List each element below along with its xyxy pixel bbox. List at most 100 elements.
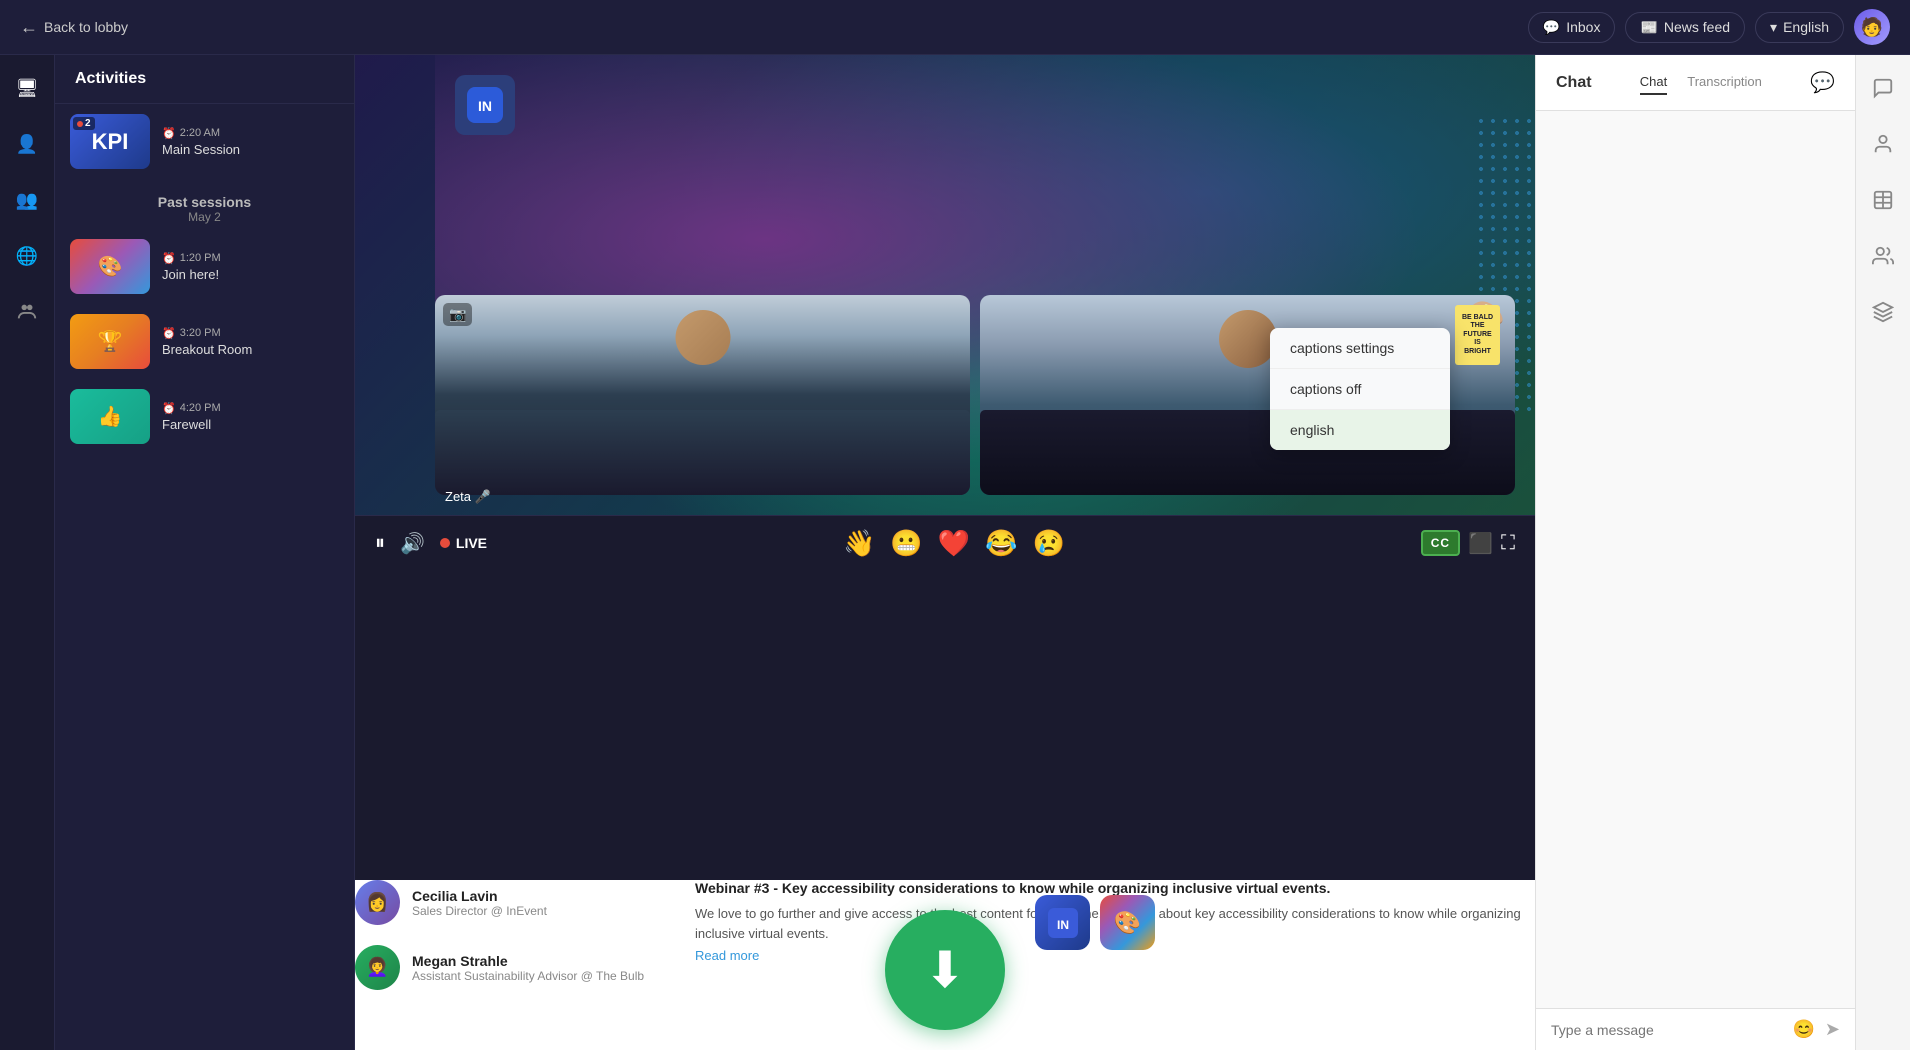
- past-session-thumb-2: 🏆: [70, 314, 150, 369]
- reaction-laugh-button[interactable]: 😂: [985, 528, 1017, 559]
- inevent-app-icon[interactable]: IN: [1035, 895, 1090, 950]
- main-session-info: ⏰ 2:20 AM Main Session: [162, 127, 339, 157]
- chat-tab-chat[interactable]: Chat: [1640, 70, 1667, 95]
- language-label: English: [1783, 19, 1829, 35]
- past-session-name-1: Join here!: [162, 267, 339, 282]
- speaker-name-1: Cecilia Lavin: [412, 888, 695, 904]
- inevent-logo: IN: [455, 75, 515, 135]
- right-icon-chat[interactable]: [1865, 70, 1901, 106]
- captions-menu: captions settings captions off english: [1270, 328, 1450, 450]
- chat-send-button[interactable]: ➤: [1825, 1019, 1840, 1040]
- sidebar-icon-people[interactable]: 👥: [9, 182, 45, 218]
- chat-expand-button[interactable]: 💬: [1810, 70, 1835, 95]
- right-icon-user[interactable]: [1865, 126, 1901, 162]
- nav-right: 💬 Inbox 📰 News feed ▾ English 🧑: [1528, 9, 1890, 45]
- volume-button[interactable]: 🔊: [400, 531, 425, 556]
- past-session-info-2: ⏰ 3:20 PM Breakout Room: [162, 327, 339, 357]
- reaction-wave-button[interactable]: 👋: [843, 528, 875, 559]
- download-button[interactable]: ⬇: [885, 910, 1005, 1030]
- kpi-text: KPI: [92, 129, 129, 155]
- chat-body: [1536, 111, 1855, 1008]
- past-sessions-date: May 2: [75, 210, 334, 224]
- top-navigation: ← Back to lobby 💬 Inbox 📰 News feed ▾ En…: [0, 0, 1910, 55]
- sidebar-icon-user[interactable]: 👤: [9, 126, 45, 162]
- pause-button[interactable]: ⏸: [375, 532, 385, 555]
- speaker-details-1: Cecilia Lavin Sales Director @ InEvent: [412, 888, 695, 918]
- speaker-title-1: Sales Director @ InEvent: [412, 904, 695, 918]
- svg-text:IN: IN: [1057, 918, 1069, 932]
- inbox-button[interactable]: 💬 Inbox: [1528, 12, 1616, 43]
- avatar-emoji: 🧑: [1861, 17, 1883, 38]
- left-sidebar-icons: 🖥 👤 👥 🌐: [0, 55, 55, 1050]
- back-arrow-icon: ←: [20, 17, 38, 38]
- sidebar-icon-group[interactable]: [9, 294, 45, 330]
- past-session-item-2[interactable]: 🏆 ⏰ 3:20 PM Breakout Room: [55, 304, 354, 379]
- speaker-info-2: 👩‍🦱 Megan Strahle Assistant Sustainabili…: [355, 945, 695, 990]
- reaction-cry-button[interactable]: 😢: [1032, 528, 1064, 559]
- speaker-avatar-2: 👩‍🦱: [355, 945, 400, 990]
- speaker-name-tag: Zeta 🎤: [445, 489, 491, 505]
- svg-text:IN: IN: [478, 98, 492, 114]
- colorful-app-icon[interactable]: 🎨: [1100, 895, 1155, 950]
- reaction-grin-button[interactable]: 😬: [890, 528, 922, 559]
- fullscreen-button[interactable]: ⛶: [1501, 532, 1515, 555]
- video-controls-bar: ⏸ 🔊 LIVE 👋 😬 ❤️ 😂 😢 CC ⬛: [355, 515, 1535, 570]
- nav-left: ← Back to lobby: [20, 17, 128, 38]
- captions-english-option[interactable]: english: [1270, 410, 1450, 450]
- right-icon-table[interactable]: [1865, 182, 1901, 218]
- speakers-list: 👩 Cecilia Lavin Sales Director @ InEvent…: [355, 880, 695, 1050]
- inbox-icon: 💬: [1543, 19, 1560, 36]
- video-right-controls: CC ⬛ ⛶: [1421, 530, 1515, 556]
- right-icon-people[interactable]: [1865, 238, 1901, 274]
- news-feed-button[interactable]: 📰 News feed: [1625, 12, 1745, 43]
- past-session-thumb-1: 🎨: [70, 239, 150, 294]
- speaker-1-video-feed: 📷: [435, 295, 970, 495]
- past-session-item-1[interactable]: 🎨 ⏰ 1:20 PM Join here!: [55, 229, 354, 304]
- right-icon-layers[interactable]: [1865, 294, 1901, 330]
- captions-off-option[interactable]: captions off: [1270, 369, 1450, 410]
- main-layout: 🖥 👤 👥 🌐 Activities 2 KPI ⏰: [0, 55, 1910, 1050]
- speaker-details-2: Megan Strahle Assistant Sustainability A…: [412, 953, 695, 983]
- past-sessions-title: Past sessions: [75, 194, 334, 210]
- activities-title: Activities: [75, 70, 146, 87]
- past-session-time-1: ⏰ 1:20 PM: [162, 252, 339, 265]
- closed-captions-button[interactable]: CC: [1421, 530, 1460, 556]
- speaker-info-1: 👩 Cecilia Lavin Sales Director @ InEvent: [355, 880, 695, 925]
- speaker-video-1: 📷: [435, 295, 970, 495]
- activities-panel: Activities 2 KPI ⏰ 2:20 AM Main Session …: [55, 55, 355, 1050]
- chat-input-area: 😊 ➤: [1536, 1008, 1855, 1050]
- activities-header: Activities: [55, 55, 354, 104]
- webinar-title: Webinar #3 - Key accessibility considera…: [695, 880, 1535, 896]
- back-to-lobby-button[interactable]: ← Back to lobby: [20, 17, 128, 38]
- speaker-2-head: [1219, 310, 1277, 368]
- video-area-wrapper: IN 📷: [355, 55, 1535, 1050]
- user-avatar[interactable]: 🧑: [1854, 9, 1890, 45]
- chat-panel: Chat Chat Transcription 💬 😊 ➤: [1535, 55, 1855, 1050]
- past-session-item-3[interactable]: 👍 ⏰ 4:20 PM Farewell: [55, 379, 354, 454]
- captions-settings-option[interactable]: captions settings: [1270, 328, 1450, 369]
- picture-in-picture-button[interactable]: ⬛: [1468, 531, 1493, 556]
- kpi-thumbnail: 2 KPI: [70, 114, 150, 169]
- live-indicator: LIVE: [440, 535, 487, 551]
- chat-emoji-button[interactable]: 😊: [1792, 1019, 1814, 1040]
- chat-tabs: Chat Transcription: [1640, 70, 1762, 95]
- speaker-1-head: [675, 310, 730, 365]
- sidebar-icon-monitor[interactable]: 🖥: [9, 70, 45, 106]
- past-session-info-1: ⏰ 1:20 PM Join here!: [162, 252, 339, 282]
- download-arrow-icon: ⬇: [924, 941, 966, 999]
- news-feed-label: News feed: [1664, 19, 1730, 35]
- main-session-time: ⏰ 2:20 AM: [162, 127, 339, 140]
- language-button[interactable]: ▾ English: [1755, 12, 1844, 43]
- news-feed-icon: 📰: [1640, 19, 1657, 36]
- right-sidebar-icons: [1855, 55, 1910, 1050]
- video-container: IN 📷: [355, 55, 1535, 880]
- language-icon: ▾: [1770, 19, 1777, 36]
- past-session-info-3: ⏰ 4:20 PM Farewell: [162, 402, 339, 432]
- current-session-item[interactable]: 2 KPI ⏰ 2:20 AM Main Session: [55, 104, 354, 179]
- chat-message-input[interactable]: [1551, 1022, 1782, 1038]
- chat-tab-transcription[interactable]: Transcription: [1687, 70, 1762, 95]
- be-bold-poster: BE BALDTHEFUTUREISBRIGHT: [1455, 305, 1500, 365]
- read-more-link[interactable]: Read more: [695, 948, 759, 963]
- reaction-heart-button[interactable]: ❤️: [938, 528, 970, 559]
- sidebar-icon-globe[interactable]: 🌐: [9, 238, 45, 274]
